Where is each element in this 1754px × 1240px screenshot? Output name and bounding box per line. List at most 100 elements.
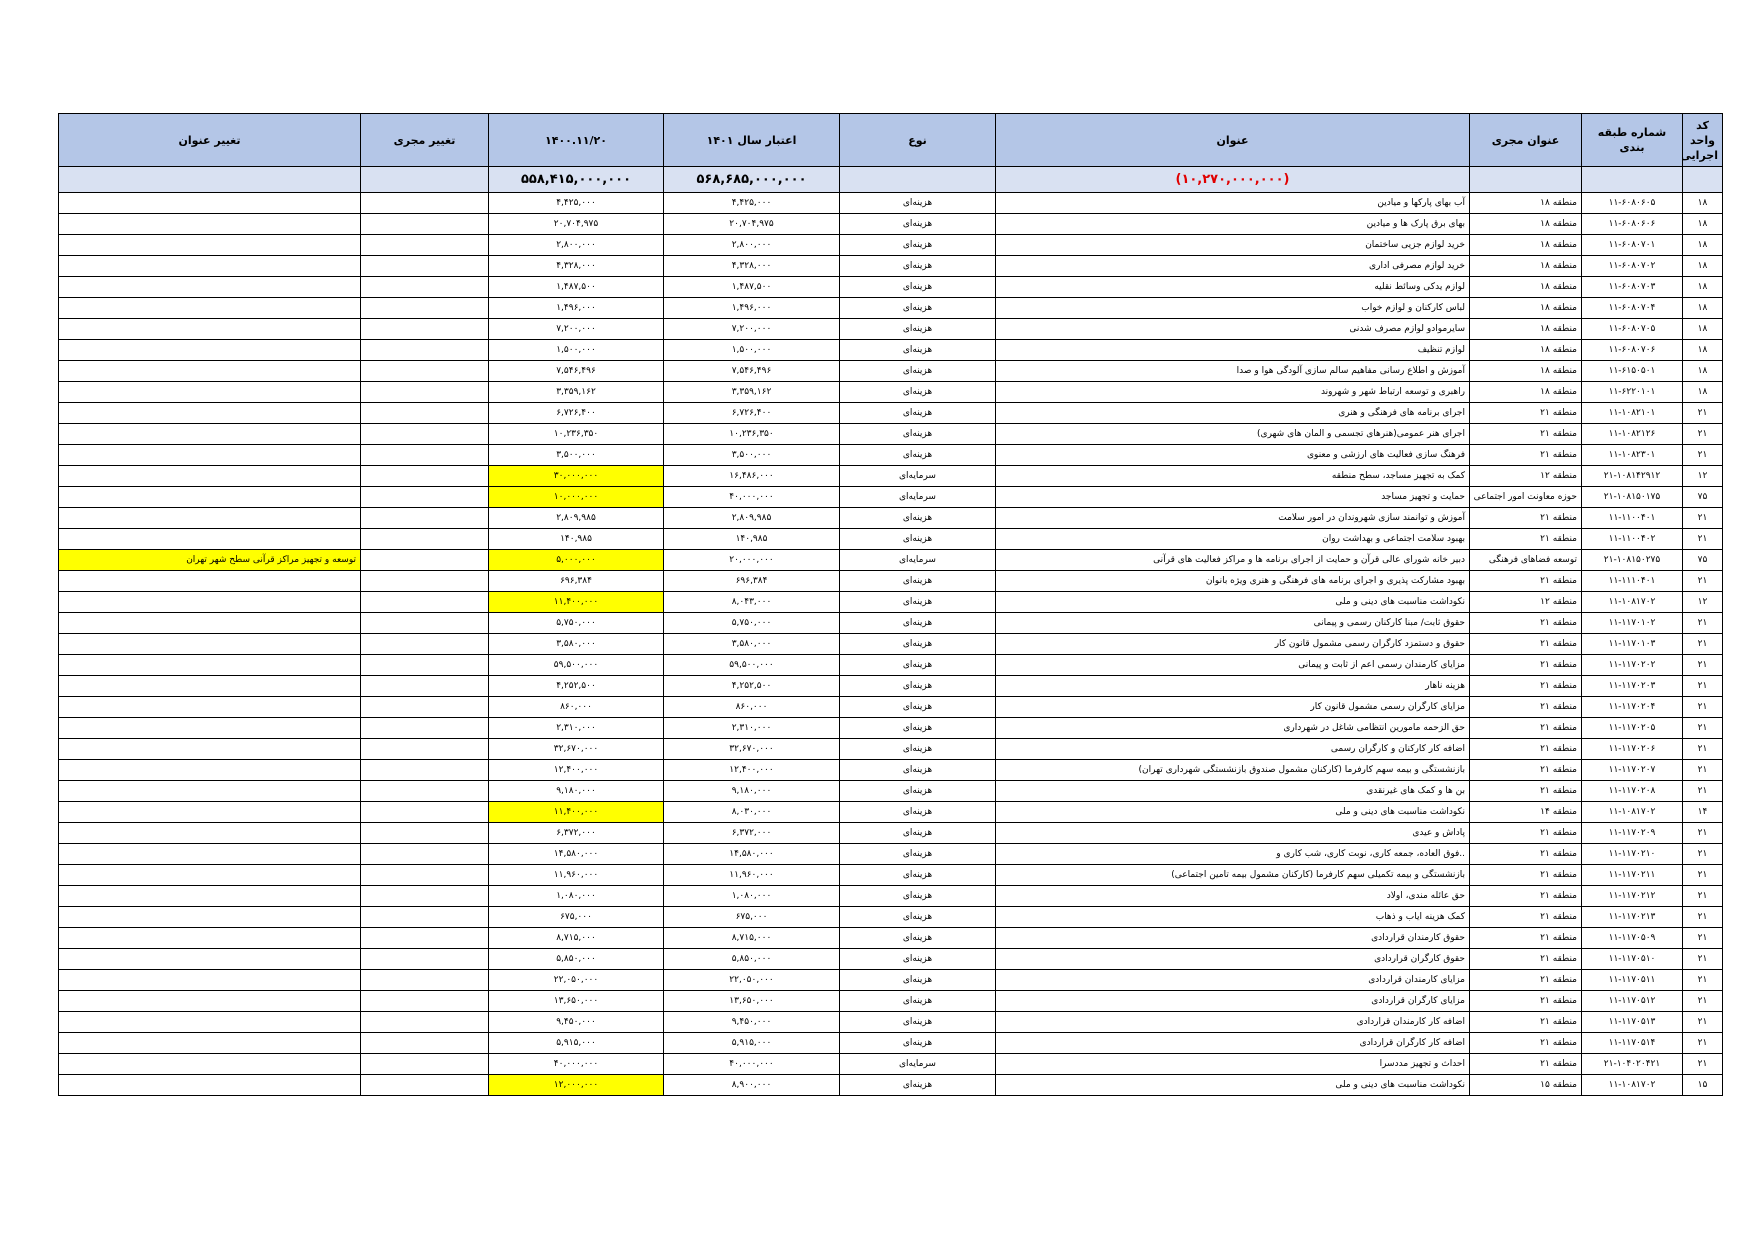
cell-code: ۱۸: [1682, 213, 1723, 235]
total-date-col: ۵۵۸,۴۱۵,۰۰۰,۰۰۰: [488, 166, 664, 193]
cell-change-unit: [360, 738, 489, 760]
cell-credit: ۴۰,۰۰۰,۰۰۰: [663, 486, 840, 508]
cell-code: ۱۵: [1682, 1074, 1723, 1096]
cell-change-unit: [360, 213, 489, 235]
cell-title: کمک هزینه ایاب و ذهاب: [995, 906, 1470, 928]
cell-change-unit: [360, 360, 489, 382]
cell-unit: منطقه ۲۱: [1469, 675, 1582, 697]
table-row: ۲۱ ۱۱-۱۱۷۰۲۱۱ منطقه ۲۱ بازنشستگی و بیمه تکم…: [58, 864, 1723, 886]
cell-class-no: ۱۱-۱۱۷۰۲۱۰: [1581, 843, 1683, 865]
cell-code: ۲۱: [1682, 927, 1723, 949]
table-row: ۱۸ ۱۱-۶۰۸۰۷۰۲ منطقه ۱۸ خرید لوازم مصرفی ادا…: [58, 255, 1723, 277]
cell-title: سایرموادو لوازم مصرف شدنی: [995, 318, 1470, 340]
cell-type: هزینه‌ای: [839, 612, 996, 634]
cell-change-unit: [360, 864, 489, 886]
cell-date-col: ۴,۳۲۸,۰۰۰: [488, 255, 664, 277]
cell-type: هزینه‌ای: [839, 528, 996, 550]
cell-credit: ۵,۸۵۰,۰۰۰: [663, 948, 840, 970]
cell-change-title: [58, 717, 361, 739]
cell-date-col: ۵,۷۵۰,۰۰۰: [488, 612, 664, 634]
cell-unit: منطقه ۲۱: [1469, 822, 1582, 844]
cell-credit: ۱۴۰,۹۸۵: [663, 528, 840, 550]
cell-credit: ۴,۴۲۵,۰۰۰: [663, 192, 840, 214]
cell-date-col: ۱۴,۵۸۰,۰۰۰: [488, 843, 664, 865]
cell-unit: منطقه ۲۱: [1469, 948, 1582, 970]
cell-unit: منطقه ۲۱: [1469, 402, 1582, 424]
cell-code: ۲۱: [1682, 1053, 1723, 1075]
cell-title: هزینه ناهار: [995, 675, 1470, 697]
cell-date-col: ۵,۸۵۰,۰۰۰: [488, 948, 664, 970]
cell-change-unit: [360, 927, 489, 949]
cell-type: هزینه‌ای: [839, 1032, 996, 1054]
cell-type: سرمایه‌ای: [839, 1053, 996, 1075]
cell-date-col: ۱,۵۰۰,۰۰۰: [488, 339, 664, 361]
cell-credit: ۸,۹۰۰,۰۰۰: [663, 1074, 840, 1096]
table-row: ۲۱ ۲۱-۱۰۴۰۲۰۴۲۱ منطقه ۲۱ احداث و تجهیز مددس…: [58, 1053, 1723, 1075]
cell-unit: منطقه ۱۸: [1469, 297, 1582, 319]
cell-date-col: ۲۲,۰۵۰,۰۰۰: [488, 969, 664, 991]
cell-type: هزینه‌ای: [839, 759, 996, 781]
cell-credit: ۲۲,۰۵۰,۰۰۰: [663, 969, 840, 991]
cell-unit: منطقه ۲۱: [1469, 633, 1582, 655]
cell-change-unit: [360, 780, 489, 802]
cell-unit: منطقه ۲۱: [1469, 507, 1582, 529]
cell-change-title: [58, 465, 361, 487]
cell-type: سرمایه‌ای: [839, 465, 996, 487]
cell-change-title: [58, 906, 361, 928]
cell-credit: ۷,۲۰۰,۰۰۰: [663, 318, 840, 340]
cell-code: ۱۸: [1682, 360, 1723, 382]
cell-class-no: ۱۱-۱۱۷۰۲۱۳: [1581, 906, 1683, 928]
cell-credit: ۳,۵۸۰,۰۰۰: [663, 633, 840, 655]
header-credit: اعتبار سال ۱۴۰۱: [663, 113, 840, 167]
cell-credit: ۹,۴۵۰,۰۰۰: [663, 1011, 840, 1033]
cell-code: ۱۲: [1682, 591, 1723, 613]
table-row: ۱۲ ۱۱-۱۰۸۱۷۰۲ منطقه ۱۲ نکوداشت مناسبت های د…: [58, 591, 1723, 613]
total-credit: ۵۶۸,۶۸۵,۰۰۰,۰۰۰: [663, 166, 840, 193]
table-row: ۲۱ ۱۱-۱۰۸۲۳۰۱ منطقه ۲۱ فرهنگ سازی فعالیت ها…: [58, 444, 1723, 466]
cell-date-col: ۲۰,۷۰۴,۹۷۵: [488, 213, 664, 235]
cell-class-no: ۱۱-۱۱۷۰۵۱۰: [1581, 948, 1683, 970]
cell-credit: ۱۴,۵۸۰,۰۰۰: [663, 843, 840, 865]
cell-change-unit: [360, 822, 489, 844]
cell-change-unit: [360, 423, 489, 445]
cell-credit: ۱,۵۰۰,۰۰۰: [663, 339, 840, 361]
cell-change-unit: [360, 591, 489, 613]
cell-date-col: ۹,۴۵۰,۰۰۰: [488, 1011, 664, 1033]
cell-code: ۲۱: [1682, 843, 1723, 865]
cell-credit: ۵,۹۱۵,۰۰۰: [663, 1032, 840, 1054]
budget-sheet: کد واحد اجرایی شماره طبقه بندی عنوان مجر…: [58, 113, 1723, 1096]
cell-class-no: ۱۱-۱۱۷۰۱۰۲: [1581, 612, 1683, 634]
cell-change-unit: [360, 486, 489, 508]
cell-date-col: ۸,۷۱۵,۰۰۰: [488, 927, 664, 949]
cell-change-unit: [360, 549, 489, 571]
cell-class-no: ۱۱-۱۱۷۰۲۰۹: [1581, 822, 1683, 844]
cell-title: کمک به تجهیز مساجد، سطح منطقه: [995, 465, 1470, 487]
cell-change-title: [58, 843, 361, 865]
cell-change-title: [58, 402, 361, 424]
cell-code: ۲۱: [1682, 822, 1723, 844]
cell-type: هزینه‌ای: [839, 906, 996, 928]
cell-change-title: [58, 948, 361, 970]
table-row: ۲۱ ۱۱-۱۱۷۰۵۱۱ منطقه ۲۱ مزایای کارمندان قرار…: [58, 969, 1723, 991]
cell-change-title: [58, 297, 361, 319]
cell-change-unit: [360, 990, 489, 1012]
cell-class-no: ۱۱-۶۰۸۰۷۰۲: [1581, 255, 1683, 277]
cell-change-title: توسعه و تجهیز مراکز قرآنی سطح شهر تهران: [58, 549, 361, 571]
cell-date-col: ۱,۴۹۶,۰۰۰: [488, 297, 664, 319]
cell-code: ۲۱: [1682, 969, 1723, 991]
cell-title: آموزش و اطلاع رسانی مفاهیم سالم سازی آلو…: [995, 360, 1470, 382]
cell-unit: منطقه ۲۱: [1469, 717, 1582, 739]
header-change-title: تغییر عنوان: [58, 113, 361, 167]
cell-date-col: ۳۰,۰۰۰,۰۰۰: [488, 465, 664, 487]
cell-class-no: ۱۱-۶۱۵۰۵۰۱: [1581, 360, 1683, 382]
cell-class-no: ۲۱-۱۰۸۱۴۲۹۱۲: [1581, 465, 1683, 487]
cell-credit: ۴۰,۰۰۰,۰۰۰: [663, 1053, 840, 1075]
cell-title: مزایای کارگران قراردادی: [995, 990, 1470, 1012]
cell-credit: ۲,۸۰۹,۹۸۵: [663, 507, 840, 529]
cell-type: هزینه‌ای: [839, 402, 996, 424]
cell-date-col: ۱۱,۴۰۰,۰۰۰: [488, 591, 664, 613]
cell-unit: منطقه ۱۲: [1469, 591, 1582, 613]
cell-unit: منطقه ۲۱: [1469, 885, 1582, 907]
cell-code: ۲۱: [1682, 864, 1723, 886]
cell-change-title: [58, 990, 361, 1012]
